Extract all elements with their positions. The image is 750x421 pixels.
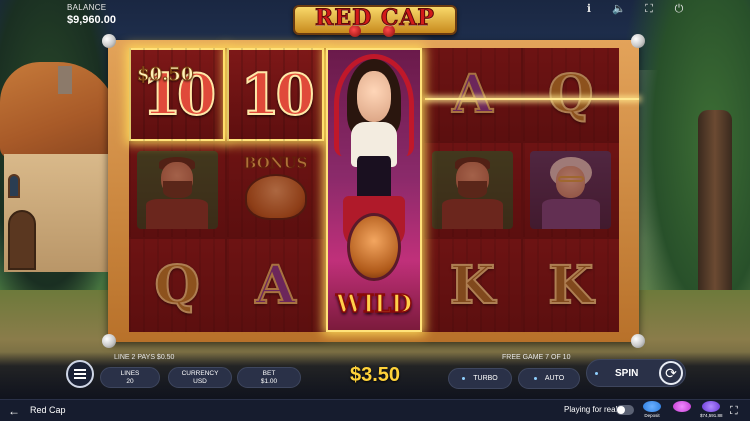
game-logo: RED CAP xyxy=(287,3,463,39)
symbol-cell xyxy=(522,143,619,237)
balance-label: BALANCE xyxy=(67,3,107,12)
bet-label: BET xyxy=(262,370,276,377)
back-arrow-icon[interactable]: ← xyxy=(8,404,22,418)
menu-button[interactable] xyxy=(66,360,94,388)
auto-button[interactable]: AUTO xyxy=(518,368,580,389)
auto-label: AUTO xyxy=(544,375,565,382)
reel-grid: $0.50 10 Q 10 BONUS A WILD A K Q K xyxy=(129,48,619,332)
balance-display: BALANCE $9,960.00 xyxy=(67,3,116,26)
woodsman-symbol xyxy=(431,150,513,230)
promo-event[interactable] xyxy=(671,401,693,421)
currency-label: CURRENCY xyxy=(181,370,219,377)
symbol-cell xyxy=(424,143,521,237)
symbol-a: A xyxy=(451,63,493,126)
symbol-cell: A xyxy=(227,238,324,332)
balance-value: $9,960.00 xyxy=(67,14,116,26)
symbol-cell: Q xyxy=(129,238,226,332)
hamburger-icon xyxy=(74,373,86,375)
fullscreen-icon[interactable]: ⛶ xyxy=(642,2,656,16)
symbol-cell xyxy=(129,143,226,237)
promo-caption: Deposit xyxy=(644,413,660,418)
symbol-cell: K xyxy=(522,238,619,332)
top-right-icons: ℹ 🔈 ⛶ ⏻ xyxy=(582,2,686,16)
reel-1: $0.50 10 Q xyxy=(129,48,226,332)
tree-trunk xyxy=(698,110,732,310)
frame-pin xyxy=(102,334,116,348)
symbol-q: Q xyxy=(154,254,201,317)
lines-value: 20 xyxy=(126,378,134,385)
frame-pin xyxy=(631,34,645,48)
woodsman-symbol xyxy=(136,150,218,230)
girl-face xyxy=(356,70,392,122)
frame-pin xyxy=(631,334,645,348)
symbol-q: Q xyxy=(547,63,594,126)
basket-icon xyxy=(244,173,307,220)
currency-value: USD xyxy=(193,378,207,385)
bottom-bar: ← Red Cap Playing for real Deposit $74,5… xyxy=(0,399,750,421)
refresh-icon: ⟳ xyxy=(659,361,683,385)
symbol-cell: A xyxy=(424,48,521,142)
wild-label: WILD xyxy=(335,289,412,320)
symbol-k: K xyxy=(449,254,496,317)
lines-selector[interactable]: LINES 20 xyxy=(100,367,160,388)
game-name: Red Cap xyxy=(30,405,66,415)
turbo-label: TURBO xyxy=(473,375,498,382)
symbol-cell: BONUS xyxy=(227,143,324,237)
basket-icon xyxy=(347,212,401,281)
mute-icon[interactable]: 🔈 xyxy=(612,2,626,16)
bonus-symbol: BONUS xyxy=(234,150,317,230)
promo-badge-icon xyxy=(643,401,661,412)
grandma-symbol xyxy=(530,150,612,230)
bet-selector[interactable]: BET $1.00 xyxy=(237,367,301,388)
play-real-label: Playing for real xyxy=(564,405,618,414)
turbo-button[interactable]: TURBO xyxy=(448,368,512,389)
payline-indicator xyxy=(425,98,639,100)
cottage-chimney xyxy=(58,66,72,94)
cottage-window xyxy=(8,174,20,198)
reel-5: Q K xyxy=(522,48,619,332)
symbol-10: 10 xyxy=(240,61,316,129)
cottage xyxy=(0,62,118,272)
cottage-door xyxy=(8,210,36,270)
info-icon[interactable]: ℹ xyxy=(582,2,596,16)
spin-label: SPIN xyxy=(615,368,639,379)
total-bet-display: $3.50 xyxy=(349,364,401,386)
symbol-k: K xyxy=(547,254,594,317)
power-icon[interactable]: ⏻ xyxy=(672,2,686,16)
jackpot-icon xyxy=(702,401,720,412)
promo-deposit[interactable]: Deposit xyxy=(641,401,663,421)
jackpot-amount: $74,591.88 xyxy=(700,413,723,418)
lines-label: LINES xyxy=(120,370,140,377)
bet-value: $1.00 xyxy=(260,378,278,385)
symbol-cell: K xyxy=(424,238,521,332)
indicator-dot xyxy=(462,376,466,380)
spin-button[interactable]: SPIN ⟳ xyxy=(586,359,686,387)
win-amount: $0.50 xyxy=(136,64,194,86)
frame-pin xyxy=(102,34,116,48)
reel-3: WILD xyxy=(325,48,423,332)
bonus-label: BONUS xyxy=(243,153,308,172)
symbol-cell: 10 xyxy=(227,48,324,142)
expand-icon[interactable]: ⛶ xyxy=(730,404,744,418)
indicator-dot xyxy=(533,376,537,380)
promo-badge-icon xyxy=(673,401,691,412)
symbol-cell: Q xyxy=(522,48,619,142)
promo-jackpot[interactable]: $74,591.88 xyxy=(700,401,723,421)
play-real-toggle[interactable] xyxy=(616,405,634,415)
reel-2: 10 BONUS A xyxy=(227,48,324,332)
currency-selector[interactable]: CURRENCY USD xyxy=(168,367,232,388)
line-pays-text: LINE 2 PAYS $0.50 xyxy=(114,354,175,361)
reel-4: A K xyxy=(424,48,521,332)
logo-text: RED CAP xyxy=(315,5,435,32)
symbol-a: A xyxy=(254,254,296,317)
free-game-counter: FREE GAME 7 OF 10 xyxy=(502,354,571,361)
wild-symbol-expanded: WILD xyxy=(325,48,423,332)
indicator-dot xyxy=(595,372,598,375)
symbol-cell: $0.50 10 xyxy=(129,48,226,142)
